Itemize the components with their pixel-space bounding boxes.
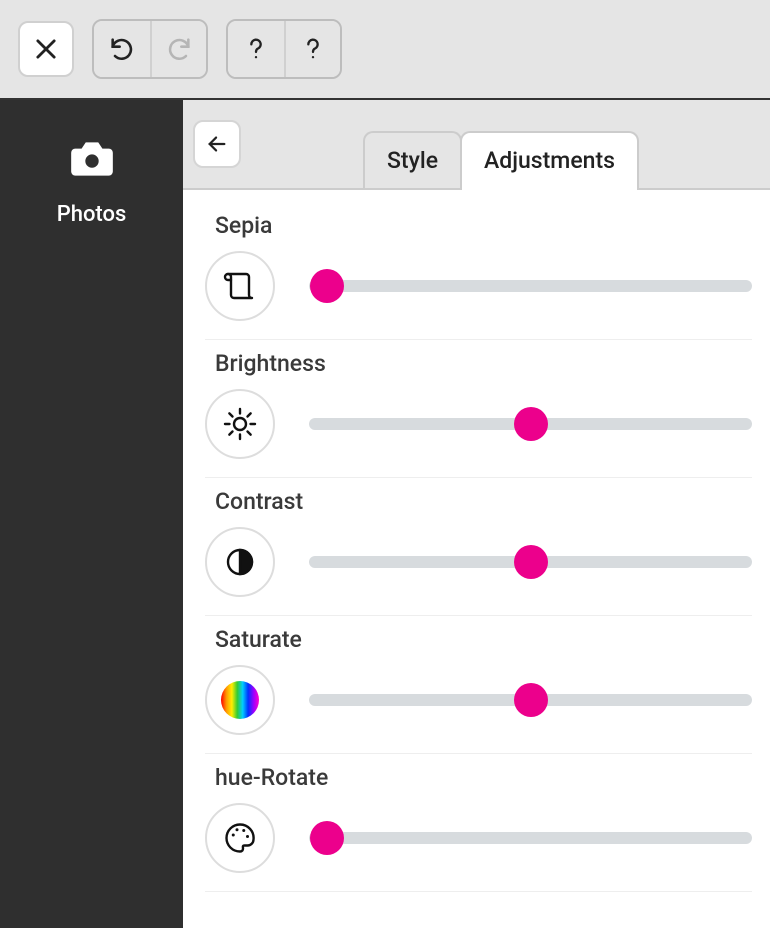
slider-thumb[interactable]	[514, 545, 548, 579]
help-button-2[interactable]	[284, 21, 340, 77]
sidebar: Photos	[0, 100, 183, 928]
scroll-icon	[205, 251, 275, 321]
toolbar	[0, 0, 770, 100]
sepia-slider[interactable]	[309, 266, 752, 306]
redo-button[interactable]	[150, 21, 206, 77]
adjustment-label: Brightness	[215, 350, 752, 377]
sidebar-item-photos[interactable]: Photos	[57, 134, 127, 227]
adjustment-label: Saturate	[215, 626, 752, 653]
arrow-left-icon	[206, 133, 228, 155]
slider-thumb[interactable]	[310, 821, 344, 855]
main-area: Photos Style Adjustments Sepia	[0, 100, 770, 928]
adjustment-sepia: Sepia	[205, 212, 752, 340]
help-button-1[interactable]	[228, 21, 284, 77]
back-button[interactable]	[193, 120, 241, 168]
palette-icon	[205, 803, 275, 873]
undo-redo-group	[92, 19, 208, 79]
close-icon	[32, 35, 60, 63]
adjustment-contrast: Contrast	[205, 488, 752, 616]
hue-rotate-slider[interactable]	[309, 818, 752, 858]
tab-adjustments[interactable]: Adjustments	[460, 131, 639, 188]
adjustment-label: Sepia	[215, 212, 752, 239]
help-icon	[242, 35, 270, 63]
saturate-slider[interactable]	[309, 680, 752, 720]
adjustment-saturate: Saturate	[205, 626, 752, 754]
slider-thumb[interactable]	[310, 269, 344, 303]
adjustment-brightness: Brightness	[205, 350, 752, 478]
tab-style[interactable]: Style	[363, 131, 462, 188]
help-group	[226, 19, 342, 79]
slider-track	[309, 832, 752, 844]
undo-icon	[108, 35, 136, 63]
adjustments-list: Sepia Brightness	[183, 190, 770, 928]
undo-button[interactable]	[94, 21, 150, 77]
adjustments-panel: Style Adjustments Sepia Brightness	[183, 100, 770, 928]
help-icon	[299, 35, 327, 63]
panel-header: Style Adjustments	[183, 100, 770, 190]
slider-thumb[interactable]	[514, 407, 548, 441]
camera-icon	[67, 134, 117, 184]
rainbow-icon	[205, 665, 275, 735]
tabs: Style Adjustments	[253, 131, 770, 188]
contrast-icon	[205, 527, 275, 597]
redo-icon	[165, 35, 193, 63]
adjustment-hue-rotate: hue-Rotate	[205, 764, 752, 892]
adjustment-label: hue-Rotate	[215, 764, 752, 791]
sun-icon	[205, 389, 275, 459]
close-button[interactable]	[18, 21, 74, 77]
adjustment-label: Contrast	[215, 488, 752, 515]
brightness-slider[interactable]	[309, 404, 752, 444]
contrast-slider[interactable]	[309, 542, 752, 582]
sidebar-item-label: Photos	[57, 202, 127, 227]
slider-thumb[interactable]	[514, 683, 548, 717]
slider-track	[309, 280, 752, 292]
